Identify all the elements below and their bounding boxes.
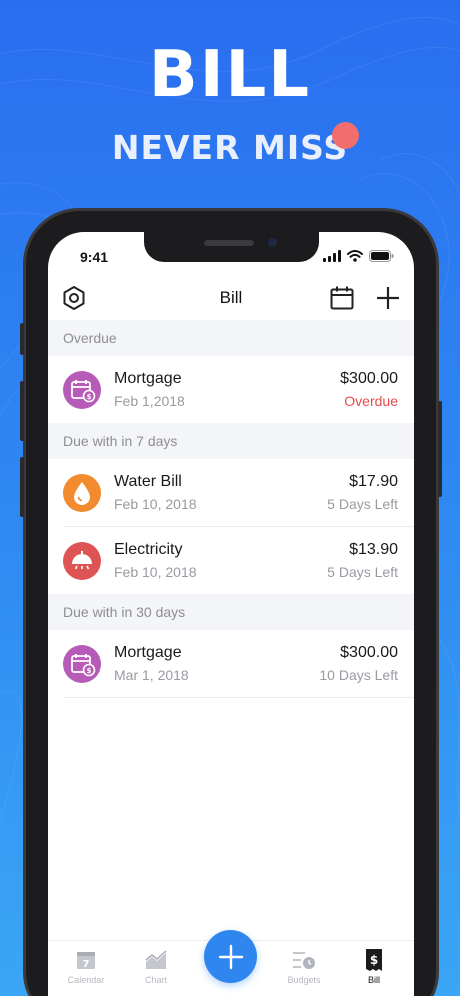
bill-name: Electricity — [114, 541, 183, 558]
bill-status: 5 Days Left — [327, 496, 398, 512]
tab-label: Budgets — [287, 975, 321, 985]
bill-row[interactable]: $ Mortgage Feb 1,2018 $300.00 Overdue — [48, 356, 414, 424]
phone-notch — [144, 232, 319, 262]
speaker — [204, 240, 254, 246]
plus-icon — [218, 944, 243, 969]
phone-volume-down-button — [20, 457, 24, 517]
page-title: Bill — [219, 288, 243, 307]
bill-amount: $17.90 — [349, 473, 398, 490]
tab-chart[interactable]: Chart — [126, 947, 186, 985]
bill-row[interactable]: $ Mortgage Mar 1, 2018 $300.00 10 Days L… — [48, 630, 414, 698]
svg-text:7: 7 — [83, 959, 90, 970]
bill-row[interactable]: Electricity Feb 10, 2018 $13.90 5 Days L… — [48, 527, 414, 595]
svg-text:$: $ — [87, 667, 92, 675]
bill-date: Feb 1,2018 — [114, 393, 185, 409]
calendar-dollar-icon: $ — [63, 645, 101, 683]
bill-status: 10 Days Left — [319, 667, 398, 683]
tab-label: Chart — [144, 975, 167, 985]
tab-bill[interactable]: $ Bill — [344, 947, 404, 985]
signal-icon — [323, 249, 341, 267]
bill-amount: $300.00 — [340, 644, 398, 661]
section-header-30-days: Due with in 30 days — [48, 594, 414, 630]
bill-amount: $13.90 — [349, 541, 398, 558]
plus-icon — [377, 287, 399, 309]
bill-name: Water Bill — [114, 473, 182, 490]
bill-name: Mortgage — [114, 644, 182, 661]
hero-title: BILL — [148, 38, 312, 112]
wifi-icon — [347, 249, 363, 267]
bill-date: Mar 1, 2018 — [114, 667, 189, 683]
section-header-7-days: Due with in 7 days — [48, 423, 414, 459]
battery-icon — [369, 249, 394, 267]
app-screen: 9:41 Bill Overdue $ Mortgage Feb 1,2018 … — [48, 232, 414, 996]
bill-amount: $300.00 — [340, 370, 398, 387]
calendar-dollar-icon: $ — [63, 371, 101, 409]
calendar-icon[interactable] — [328, 284, 356, 312]
status-icons — [323, 249, 394, 267]
bill-row[interactable]: Water Bill Feb 10, 2018 $17.90 5 Days Le… — [48, 459, 414, 527]
add-button[interactable] — [204, 930, 257, 983]
chart-icon — [126, 947, 186, 973]
calendar-7-icon: 7 — [56, 947, 116, 973]
phone-side-button — [20, 323, 24, 355]
bill-date: Feb 10, 2018 — [114, 496, 197, 512]
lamp-icon — [63, 542, 101, 580]
budgets-icon — [274, 947, 334, 973]
phone-power-button — [438, 401, 442, 497]
bill-status: Overdue — [344, 393, 398, 409]
nav-bar: Bill — [48, 282, 414, 318]
bill-name: Mortgage — [114, 370, 182, 387]
bill-dollar-icon: $ — [344, 947, 404, 973]
water-drop-icon — [63, 474, 101, 512]
svg-text:$: $ — [370, 953, 378, 967]
bill-date: Feb 10, 2018 — [114, 564, 197, 580]
row-divider — [63, 697, 414, 698]
section-header-overdue: Overdue — [48, 320, 414, 356]
tab-label: Calendar — [67, 975, 105, 985]
bill-status: 5 Days Left — [327, 564, 398, 580]
tab-label: Bill — [367, 975, 380, 985]
hero-decoration-dot — [332, 122, 359, 149]
add-bill-button[interactable] — [374, 284, 402, 312]
hero-subtitle: NEVER MISS — [111, 128, 349, 167]
svg-text:$: $ — [87, 393, 92, 401]
camera — [268, 238, 277, 247]
phone-volume-up-button — [20, 381, 24, 441]
tab-calendar[interactable]: 7 Calendar — [56, 947, 116, 985]
tab-budgets[interactable]: Budgets — [274, 947, 334, 985]
status-time: 9:41 — [80, 249, 109, 265]
